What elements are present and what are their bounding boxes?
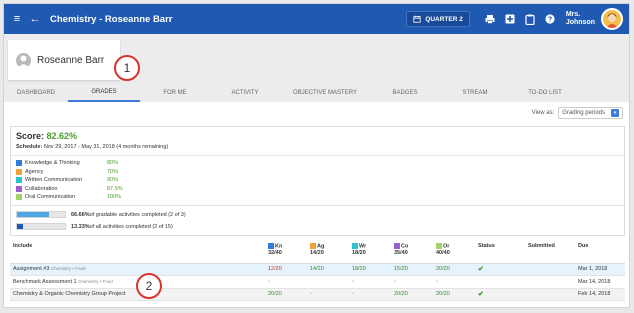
page-title: Chemistry - Roseanne Barr — [50, 13, 173, 25]
col-include[interactable]: Include — [10, 241, 265, 264]
skill-item: Agency 70% — [16, 168, 123, 177]
skill-swatch — [16, 160, 22, 167]
table-row[interactable]: Chemistry & Organic Chemistry Group Proj… — [10, 288, 625, 301]
skill-item: Oral Communication 100% — [16, 193, 123, 202]
progress-bar — [16, 223, 66, 230]
add-icon[interactable] — [504, 13, 516, 25]
score-or: 20/20 — [433, 263, 475, 276]
tab-objective-mastery[interactable]: OBJECTIVE MASTERY — [280, 84, 370, 102]
student-card: Roseanne Barr — [8, 40, 120, 80]
student-name: Roseanne Barr — [37, 54, 105, 66]
view-as-control: View as: Grading periods ▾ — [532, 107, 623, 119]
col-due[interactable]: Due — [575, 241, 625, 264]
col-or[interactable]: Or 40/40 — [433, 241, 475, 264]
top-bar: ≡ ← Chemistry - Roseanne Barr QUARTER 2 … — [4, 4, 629, 34]
due-date: Mar 1, 2018 — [575, 263, 625, 276]
tab-dashboard[interactable]: DASHBOARD — [4, 84, 68, 102]
col-ag[interactable]: Ag 14/20 — [307, 241, 349, 264]
menu-icon[interactable]: ≡ — [10, 12, 24, 26]
print-icon[interactable] — [484, 13, 496, 25]
submitted-cell — [525, 275, 575, 289]
score-kn: • — [265, 275, 307, 289]
calendar-icon — [413, 15, 421, 23]
student-header: Roseanne Barr DASHBOARD GRADES FOR ME AC… — [4, 34, 629, 102]
col-wr[interactable]: Wr 18/20 — [349, 241, 391, 264]
due-date: Mar 14, 2018 — [575, 275, 625, 289]
score-ag: • — [307, 288, 349, 301]
clipboard-icon[interactable] — [524, 13, 536, 25]
col-submitted[interactable]: Submitted — [525, 241, 575, 264]
score-ag: 14/20 — [307, 263, 349, 276]
chevron-down-icon: ▾ — [611, 109, 619, 117]
due-date: Feb 14, 2018 — [575, 288, 625, 301]
divider — [11, 205, 624, 206]
tab-for-me[interactable]: FOR ME — [140, 84, 210, 102]
back-arrow-icon[interactable]: ← — [28, 12, 42, 26]
all-activities-progress: 13.33% of all activities completed (2 of… — [16, 223, 173, 230]
skill-swatch — [16, 185, 22, 192]
status-cell — [475, 275, 525, 289]
user-avatar[interactable] — [601, 8, 623, 30]
app-window: ≡ ← Chemistry - Roseanne Barr QUARTER 2 … — [3, 3, 630, 308]
score-or: • — [433, 275, 475, 289]
tab-to-do-list[interactable]: TO-DO LIST — [510, 84, 580, 102]
activity-name[interactable]: Assignment #3 Chemistry • Food — [10, 263, 265, 276]
score-value: 82.62% — [46, 131, 78, 141]
checkmark-icon: ✔ — [475, 288, 525, 301]
score-co: 15/20 — [391, 263, 433, 276]
score-wr: 18/20 — [349, 263, 391, 276]
callout-2: 2 — [136, 273, 162, 299]
help-icon[interactable]: ? — [544, 13, 556, 25]
score-ag — [307, 275, 349, 289]
col-status[interactable]: Status — [475, 241, 525, 264]
table-row[interactable]: Assignment #3 Chemistry • Food 12/20 14/… — [10, 263, 625, 276]
table-row[interactable]: Benchmark Assessment 1 Chemistry • Food … — [10, 275, 625, 289]
score-or: 20/20 — [433, 288, 475, 301]
tab-badges[interactable]: BADGES — [370, 84, 440, 102]
score-co: • — [391, 275, 433, 289]
submitted-cell — [525, 288, 575, 301]
gradable-progress: 66.66% of gradable activities completed … — [16, 211, 186, 218]
table-header-row: Include Kn 32/40 Ag 14/20 Wr 18/20 Co 35/40 … — [10, 241, 625, 264]
submitted-cell — [525, 263, 575, 276]
view-as-select[interactable]: Grading periods ▾ — [558, 107, 623, 119]
skill-item: Knowledge & Thinking 80% — [16, 159, 123, 168]
skill-item: Collaboration 87.5% — [16, 185, 123, 194]
col-co[interactable]: Co 35/40 — [391, 241, 433, 264]
quarter-label: QUARTER 2 — [425, 15, 463, 23]
progress-bar — [16, 211, 66, 218]
grades-table: Include Kn 32/40 Ag 14/20 Wr 18/20 Co 35/40 … — [10, 241, 625, 301]
divider — [11, 155, 624, 156]
score-wr: • — [349, 275, 391, 289]
score-kn: 12/20 — [265, 263, 307, 276]
skill-swatch — [16, 194, 22, 201]
score-summary: Score: 82.62% — [16, 131, 78, 141]
callout-1: 1 — [114, 55, 140, 81]
tab-activity[interactable]: ACTIVITY — [210, 84, 280, 102]
skill-swatch — [16, 177, 22, 184]
skill-swatch — [16, 168, 22, 175]
tab-stream[interactable]: STREAM — [440, 84, 510, 102]
user-name[interactable]: Mrs. Johnson — [566, 11, 595, 27]
checkmark-icon: ✔ — [475, 263, 525, 276]
quarter-selector[interactable]: QUARTER 2 — [406, 11, 470, 27]
score-kn: 20/20 — [265, 288, 307, 301]
student-avatar — [16, 52, 31, 68]
col-kn[interactable]: Kn 32/40 — [265, 241, 307, 264]
tab-bar: DASHBOARD GRADES FOR ME ACTIVITY OBJECTI… — [4, 84, 629, 102]
score-co: 20/20 — [391, 288, 433, 301]
skill-list: Knowledge & Thinking 80% Agency 70% Writ… — [16, 159, 123, 202]
score-wr: • — [349, 288, 391, 301]
score-panel: Score: 82.62% Schedule: Nov 29, 2017 - M… — [10, 126, 625, 236]
svg-text:?: ? — [548, 16, 552, 23]
tab-grades[interactable]: GRADES — [68, 84, 140, 102]
view-as-label: View as: — [531, 110, 555, 116]
skill-item: Written Communication 90% — [16, 176, 123, 185]
schedule: Schedule: Nov 29, 2017 - May 31, 2018 (4… — [16, 144, 169, 150]
